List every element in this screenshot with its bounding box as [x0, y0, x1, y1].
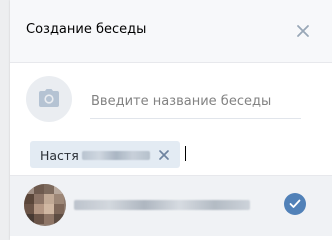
avatar [24, 184, 66, 226]
dialog-title: Создание беседы [26, 22, 147, 37]
chat-name-input[interactable] [90, 84, 301, 119]
chip-last-name-redacted [82, 151, 150, 160]
friend-name-redacted [74, 200, 250, 210]
dialog-header: Создание беседы [10, 0, 332, 63]
close-button[interactable] [292, 20, 314, 42]
chip-remove-button[interactable] [157, 147, 171, 161]
selected-member-chip: Настя [30, 141, 180, 168]
close-icon [159, 150, 169, 160]
chip-first-name: Настя [40, 148, 79, 163]
create-chat-dialog: Создание беседы Настя [10, 0, 332, 240]
friend-list-item[interactable] [10, 176, 332, 236]
selected-checkbox[interactable] [284, 193, 306, 215]
close-icon [297, 25, 309, 37]
chat-photo-upload[interactable] [26, 76, 72, 122]
checkmark-icon [289, 199, 301, 208]
text-caret [185, 146, 186, 161]
camera-icon [39, 89, 59, 107]
